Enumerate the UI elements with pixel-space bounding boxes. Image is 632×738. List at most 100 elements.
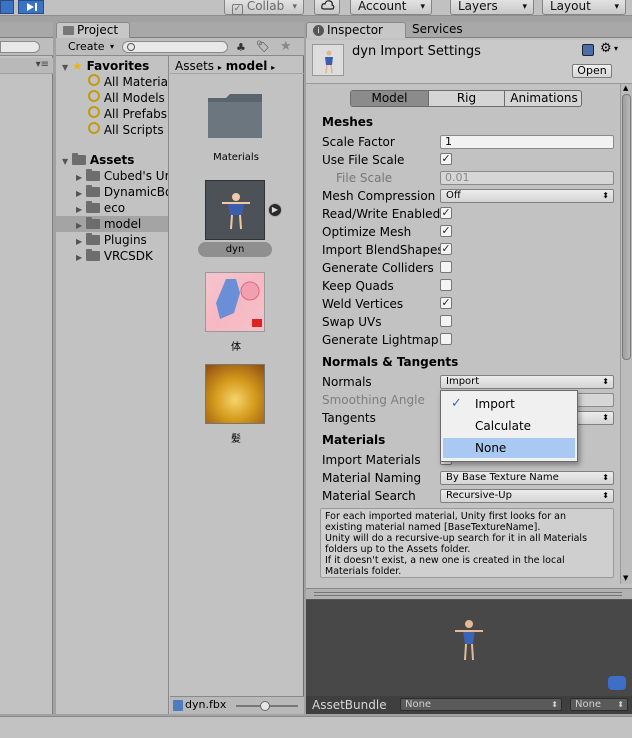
generate-lightmap-checkbox[interactable]: [440, 333, 452, 345]
tangents-label: Tangents: [322, 411, 376, 425]
open-button[interactable]: Open: [572, 64, 612, 78]
inspector-scroll-thumb[interactable]: [622, 94, 631, 360]
material-naming-dropdown[interactable]: By Base Texture Name ⬍: [440, 471, 614, 485]
asset-tile-materials[interactable]: Materials: [194, 92, 278, 164]
folder-large-icon: [208, 94, 262, 138]
folder-item-selected[interactable]: ▶ model: [56, 216, 168, 232]
weld-vertices-checkbox[interactable]: ✓: [440, 297, 452, 309]
search-filter-icon: [88, 122, 100, 134]
folder-item[interactable]: ▶ Plugins: [56, 232, 168, 248]
material-search-dropdown[interactable]: Recursive-Up ⬍: [440, 489, 614, 503]
favorites-label: Favorites: [86, 59, 150, 73]
folder-item[interactable]: ▶ DynamicBo: [56, 184, 168, 200]
thumbnail-size-slider[interactable]: [236, 701, 298, 711]
expand-model-button[interactable]: ▶: [268, 203, 282, 217]
asset-bundle-name-dropdown[interactable]: None ⬍: [400, 698, 562, 711]
favorite-item[interactable]: All Materials: [56, 74, 168, 90]
breadcrumb-root[interactable]: Assets: [175, 59, 214, 73]
folder-item[interactable]: ▶ VRCSDK: [56, 248, 168, 264]
open-button-label: Open: [577, 64, 607, 77]
pause-button[interactable]: [0, 0, 14, 14]
folder-label: DynamicBo: [103, 185, 168, 199]
create-dropdown[interactable]: Create ▾: [62, 40, 116, 54]
optimize-mesh-checkbox[interactable]: ✓: [440, 225, 452, 237]
expand-arrow-icon[interactable]: ▶: [76, 205, 82, 214]
expand-arrow-icon[interactable]: ▼: [62, 63, 68, 72]
collab-button[interactable]: ✓ Collab ▾: [224, 0, 304, 15]
layout-dropdown[interactable]: Layout ▾: [542, 0, 626, 15]
tab-model[interactable]: Model: [351, 91, 429, 106]
favorite-item-label: All Models: [103, 91, 165, 105]
tab-services[interactable]: Services: [410, 22, 490, 38]
dropdown-arrows-icon: ⬍: [602, 473, 609, 482]
mesh-compression-dropdown[interactable]: Off ⬍: [440, 189, 614, 203]
assets-row[interactable]: ▼ Assets: [56, 152, 168, 168]
cloud-button[interactable]: [314, 0, 340, 15]
help-book-icon[interactable]: [582, 44, 594, 56]
import-settings-tabs: Model Rig Animations: [350, 90, 582, 107]
menu-item-calculate[interactable]: Calculate: [443, 416, 575, 436]
slider-handle[interactable]: [260, 701, 270, 711]
use-file-scale-checkbox[interactable]: ✓: [440, 153, 452, 165]
tab-rig[interactable]: Rig: [429, 91, 505, 106]
import-blendshapes-checkbox[interactable]: ✓: [440, 243, 452, 255]
filter-by-type-icon[interactable]: ♣: [236, 41, 246, 54]
folder-item[interactable]: ▶ eco: [56, 200, 168, 216]
generate-colliders-checkbox[interactable]: [440, 261, 452, 273]
inspector-scrollbar[interactable]: ▲ ▼: [620, 84, 632, 584]
step-icon: [27, 3, 37, 11]
scroll-up-arrow-icon[interactable]: ▲: [623, 84, 628, 92]
asset-tile-body-texture[interactable]: 体: [194, 272, 278, 353]
tree-splitter[interactable]: [168, 56, 169, 714]
account-dropdown[interactable]: Account ▾: [350, 0, 432, 15]
hierarchy-search-input[interactable]: [0, 41, 40, 53]
project-toolbar: Create ▾ ♣ 🏷 ★: [56, 38, 304, 56]
expand-arrow-icon[interactable]: ▶: [76, 253, 82, 262]
hierarchy-menu-icon[interactable]: ▾≡: [36, 59, 49, 70]
preview-splitter[interactable]: [306, 588, 632, 600]
asset-label-tag-icon[interactable]: [608, 676, 626, 690]
scroll-down-arrow-icon[interactable]: ▼: [623, 574, 628, 582]
gear-icon[interactable]: ⚙: [600, 41, 612, 56]
tab-project[interactable]: Project: [56, 22, 130, 38]
asset-bundle-variant-dropdown[interactable]: None ⬍: [570, 698, 628, 711]
breadcrumb-current[interactable]: model: [226, 59, 268, 73]
asset-tile-hair-texture[interactable]: 髪: [194, 364, 278, 445]
folder-item[interactable]: ▶ Cubed's Ur: [56, 168, 168, 184]
read-write-checkbox[interactable]: ✓: [440, 207, 452, 219]
normals-dropdown[interactable]: Import ⬍: [440, 375, 614, 389]
folder-icon: [71, 153, 86, 165]
asset-bundle-label: AssetBundle: [312, 698, 387, 712]
favorites-row[interactable]: ▼ ★ Favorites: [56, 58, 168, 74]
scale-factor-input[interactable]: 1: [440, 135, 614, 149]
chevron-down-icon: ▾: [614, 2, 619, 12]
swap-uvs-checkbox[interactable]: [440, 315, 452, 327]
favorite-item[interactable]: All Scripts: [56, 122, 168, 138]
swap-uvs-label: Swap UVs: [322, 315, 382, 329]
favorite-star-icon[interactable]: ★: [280, 39, 292, 54]
favorite-item[interactable]: All Models: [56, 90, 168, 106]
folder-label: VRCSDK: [103, 249, 153, 263]
menu-item-import[interactable]: ✓ Import: [443, 394, 575, 414]
expand-arrow-icon[interactable]: ▼: [62, 157, 68, 166]
normals-label: Normals: [322, 375, 372, 389]
layers-label: Layers: [458, 0, 498, 13]
chevron-down-icon: ▾: [292, 2, 297, 12]
filter-by-label-icon[interactable]: 🏷: [256, 40, 270, 53]
step-button[interactable]: [18, 0, 44, 14]
expand-arrow-icon[interactable]: ▶: [76, 221, 82, 230]
expand-arrow-icon[interactable]: ▶: [76, 189, 82, 198]
model-preview[interactable]: [306, 600, 632, 696]
project-search-input[interactable]: [122, 41, 228, 53]
keep-quads-checkbox[interactable]: [440, 279, 452, 291]
gear-dropdown-icon[interactable]: ▾: [614, 44, 618, 53]
favorite-item[interactable]: All Prefabs: [56, 106, 168, 122]
expand-arrow-icon[interactable]: ▶: [76, 237, 82, 246]
tab-inspector[interactable]: i Inspector: [306, 22, 406, 38]
asset-tile-dyn[interactable]: ▶ dyn: [194, 178, 282, 262]
tab-animations[interactable]: Animations: [505, 91, 581, 106]
expand-arrow-icon[interactable]: ▶: [76, 173, 82, 182]
menu-item-none[interactable]: None: [443, 438, 575, 458]
texture-thumbnail: [205, 364, 265, 424]
layers-dropdown[interactable]: Layers ▾: [450, 0, 534, 15]
